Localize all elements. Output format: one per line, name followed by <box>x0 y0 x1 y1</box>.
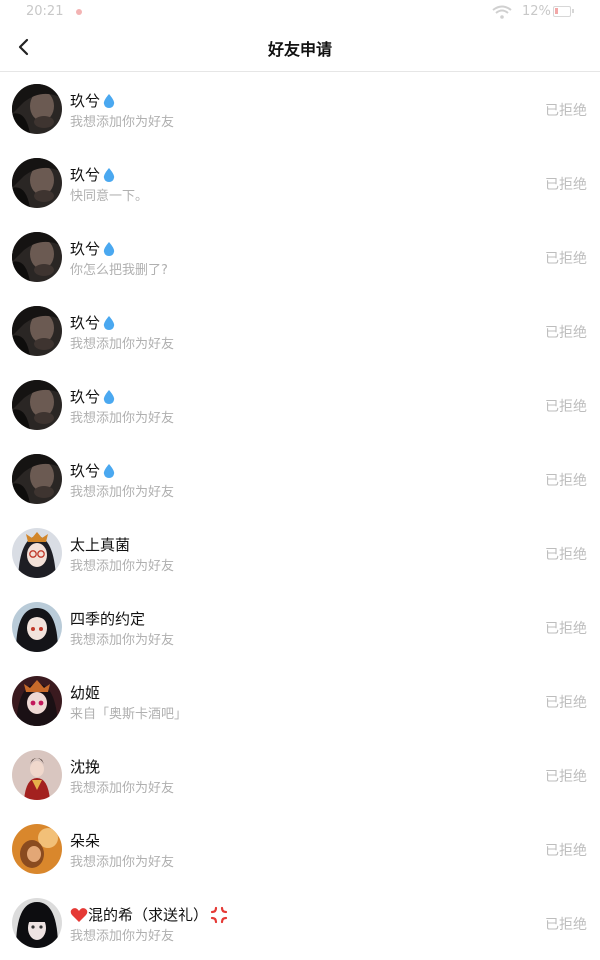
request-message: 来自「奥斯卡酒吧」 <box>70 707 188 722</box>
request-status: 已拒绝 <box>545 473 587 489</box>
friend-request-row[interactable]: 幼姬来自「奥斯卡酒吧」 已拒绝 <box>0 664 600 738</box>
requester-name-line: 太上真菌 <box>70 534 130 555</box>
avatar[interactable] <box>12 676 62 726</box>
requester-name-line: 沈挽 <box>70 756 100 777</box>
requester-name: 玖兮 <box>70 166 101 184</box>
request-status: 已拒绝 <box>545 547 587 563</box>
battery-icon <box>553 6 574 17</box>
request-message: 我想添加你为好友 <box>70 559 175 574</box>
anger-symbol-icon <box>210 906 228 924</box>
request-status: 已拒绝 <box>545 177 587 193</box>
friend-request-row[interactable]: 玖兮我想添加你为好友 已拒绝 <box>0 442 600 516</box>
request-message: 快同意一下。 <box>70 189 149 204</box>
friend-request-row[interactable]: 玖兮我想添加你为好友 已拒绝 <box>0 72 600 146</box>
water-drop-icon <box>102 389 116 405</box>
request-status: 已拒绝 <box>545 917 587 933</box>
requester-name: 幼姬 <box>70 684 101 702</box>
requester-name-line: 朵朵 <box>70 830 100 851</box>
status-bar: 20:21 12% <box>0 0 600 24</box>
avatar[interactable] <box>12 232 62 282</box>
requester-name-line: 玖兮 <box>70 90 116 111</box>
request-status: 已拒绝 <box>545 251 587 267</box>
avatar[interactable] <box>12 454 62 504</box>
requester-name: 沈挽 <box>70 758 101 776</box>
avatar[interactable] <box>12 750 62 800</box>
red-heart-icon <box>70 907 88 923</box>
request-message: 我想添加你为好友 <box>70 411 175 426</box>
request-status: 已拒绝 <box>545 399 587 415</box>
request-status: 已拒绝 <box>545 695 587 711</box>
requester-name: 玖兮 <box>70 240 101 258</box>
avatar[interactable] <box>12 602 62 652</box>
avatar[interactable] <box>12 528 62 578</box>
water-drop-icon <box>102 93 116 109</box>
request-status: 已拒绝 <box>545 769 587 785</box>
avatar[interactable] <box>12 824 62 874</box>
page-title: 好友申请 <box>267 40 332 59</box>
request-status: 已拒绝 <box>545 621 587 637</box>
friend-request-row[interactable]: 玖兮快同意一下。 已拒绝 <box>0 146 600 220</box>
request-message: 我想添加你为好友 <box>70 855 175 870</box>
requester-name: 混的希（求送礼） <box>88 906 209 924</box>
water-drop-icon <box>102 463 116 479</box>
friend-request-row[interactable]: 玖兮我想添加你为好友 已拒绝 <box>0 368 600 442</box>
requester-name: 玖兮 <box>70 462 101 480</box>
water-drop-icon <box>102 241 116 257</box>
request-status: 已拒绝 <box>545 843 587 859</box>
friend-request-row[interactable]: 混的希（求送礼） 我想添加你为好友 已拒绝 <box>0 886 600 960</box>
notification-dot-icon <box>76 9 82 15</box>
water-drop-icon <box>102 315 116 331</box>
avatar[interactable] <box>12 380 62 430</box>
requester-name-line: 四季的约定 <box>70 608 145 629</box>
requester-name: 朵朵 <box>70 832 101 850</box>
avatar[interactable] <box>12 898 62 948</box>
friend-request-row[interactable]: 朵朵我想添加你为好友 已拒绝 <box>0 812 600 886</box>
request-status: 已拒绝 <box>545 325 587 341</box>
request-message: 你怎么把我删了? <box>70 263 168 278</box>
requester-name-line: 玖兮 <box>70 164 116 185</box>
friend-request-list: 玖兮 我想添加你为好友 已拒绝 玖兮 快同意一下。 已拒绝 玖兮 你怎么把我删了? 已拒绝 玖兮我… <box>0 72 600 960</box>
requester-name-line: 玖兮 <box>70 386 116 407</box>
friend-request-row[interactable]: 太上真菌我想添加你为好友 已拒绝 <box>0 516 600 590</box>
requester-name-line: 混的希（求送礼） <box>70 904 228 925</box>
friend-request-row[interactable]: 玖兮你怎么把我删了? 已拒绝 <box>0 220 600 294</box>
request-message: 我想添加你为好友 <box>70 929 175 944</box>
requester-name-line: 玖兮 <box>70 460 116 481</box>
request-message: 我想添加你为好友 <box>70 485 175 500</box>
request-message: 我想添加你为好友 <box>70 781 175 796</box>
requester-name-line: 玖兮 <box>70 238 116 259</box>
avatar[interactable] <box>12 306 62 356</box>
friend-request-row[interactable]: 玖兮我想添加你为好友 已拒绝 <box>0 294 600 368</box>
request-status: 已拒绝 <box>545 103 587 119</box>
requester-name: 玖兮 <box>70 92 101 110</box>
requester-name: 玖兮 <box>70 314 101 332</box>
requester-name-line: 玖兮 <box>70 312 116 333</box>
wifi-icon <box>492 5 512 19</box>
requester-name-line: 幼姬 <box>70 682 100 703</box>
avatar[interactable] <box>12 158 62 208</box>
requester-name: 四季的约定 <box>70 610 146 628</box>
requester-name: 玖兮 <box>70 388 101 406</box>
header: 好友申请 <box>0 24 600 72</box>
avatar[interactable] <box>12 84 62 134</box>
status-time: 20:21 <box>26 4 64 19</box>
request-message: 我想添加你为好友 <box>70 633 175 648</box>
water-drop-icon <box>102 167 116 183</box>
request-message: 我想添加你为好友 <box>70 337 175 352</box>
friend-request-row[interactable]: 四季的约定我想添加你为好友 已拒绝 <box>0 590 600 664</box>
request-message: 我想添加你为好友 <box>70 115 175 130</box>
friend-request-row[interactable]: 沈挽我想添加你为好友 已拒绝 <box>0 738 600 812</box>
requester-name: 太上真菌 <box>70 536 131 554</box>
battery-percent: 12% <box>522 4 551 19</box>
